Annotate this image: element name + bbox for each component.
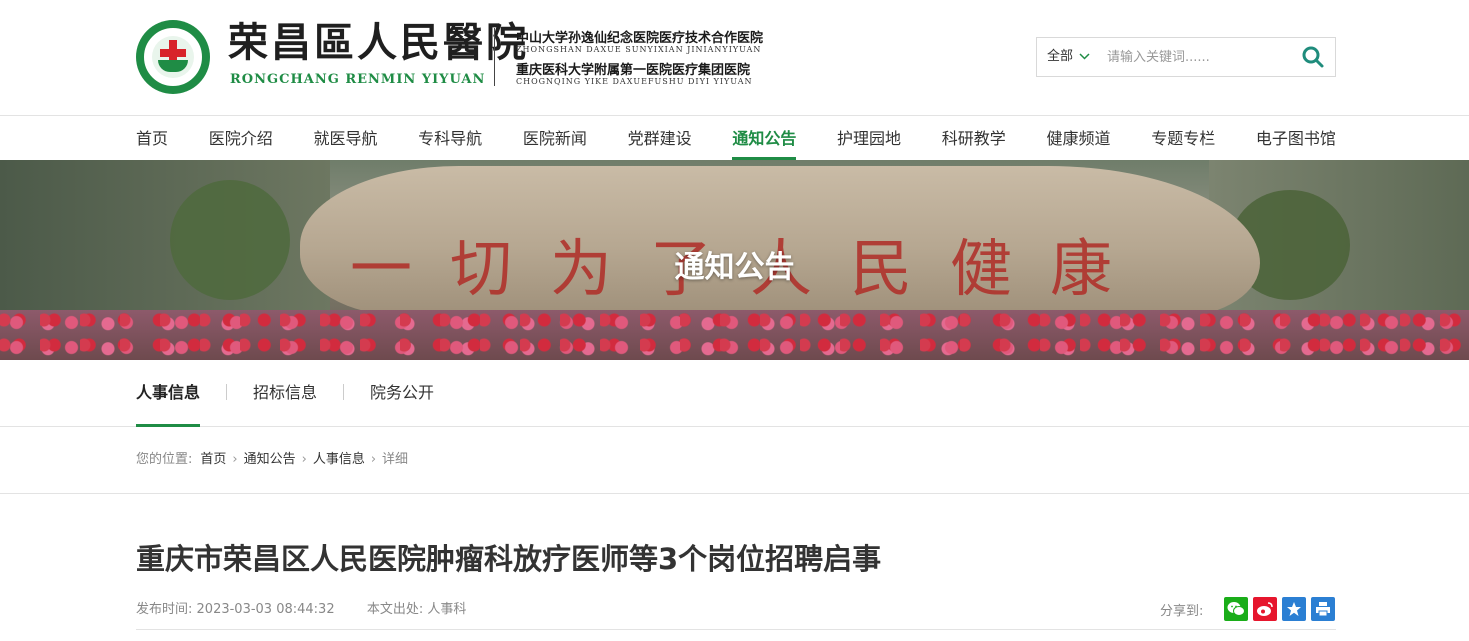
share-wechat-button[interactable] — [1224, 597, 1249, 621]
main-nav: 首页 医院介绍 就医导航 专科导航 医院新闻 党群建设 通知公告 护理园地 科研… — [136, 117, 1336, 160]
subnav-item-bidding[interactable]: 招标信息 — [253, 360, 317, 427]
chevron-right-icon: › — [232, 452, 238, 467]
subnav-separator — [343, 384, 344, 400]
subnav-item-affairs[interactable]: 院务公开 — [370, 360, 434, 427]
share-weibo-button[interactable] — [1253, 597, 1278, 621]
nav-item-health[interactable]: 健康频道 — [1046, 117, 1110, 160]
hospital-logo-icon[interactable] — [136, 20, 210, 94]
hospital-name-cn[interactable]: 荣昌區人民醫院 — [228, 20, 529, 66]
sub-nav: 人事信息 招标信息 院务公开 — [0, 360, 1469, 427]
share-bar: 分享到: — [1160, 597, 1336, 621]
nav-item-home[interactable]: 首页 — [136, 117, 168, 160]
search-scope-label: 全部 — [1047, 49, 1074, 64]
chevron-right-icon: › — [370, 452, 377, 467]
subnav-separator — [226, 384, 227, 400]
nav-item-topics[interactable]: 专题专栏 — [1151, 117, 1215, 160]
search-icon — [1302, 46, 1324, 68]
search-input[interactable] — [1107, 42, 1287, 72]
partner-1-en: ZHONGSHAN DAXUE SUNYIXIAN JINIANYIYUAN — [516, 45, 762, 54]
source-label: 本文出处: — [366, 602, 424, 617]
partner-1-cn: 中山大学孙逸仙纪念医院医疗技术合作医院 — [516, 31, 764, 46]
article-meta: 发布时间: 2023-03-03 08:44:32 本文出处: 人事科 — [136, 598, 466, 617]
breadcrumb-row: 您的位置: 首页 › 通知公告 › 人事信息 › 详细 — [136, 427, 408, 493]
share-label: 分享到: — [1160, 603, 1204, 619]
hospital-name-en: RONGCHANG RENMIN YIYUAN — [230, 72, 486, 87]
chevron-down-icon — [1079, 38, 1090, 76]
nav-item-library[interactable]: 电子图书馆 — [1256, 117, 1336, 160]
chevron-right-icon: › — [301, 452, 307, 467]
partner-2-en: CHOGNQING YIKE DAXUEFUSHU DIYI YIYUAN — [516, 77, 753, 86]
publish-time: 2023-03-03 08:44:32 — [196, 602, 335, 617]
favorite-icon — [1287, 602, 1302, 616]
nav-item-research[interactable]: 科研教学 — [942, 117, 1006, 160]
breadcrumb-label: 您的位置: — [136, 452, 193, 467]
nav-item-notices[interactable]: 通知公告 — [732, 117, 797, 160]
wechat-icon — [1227, 602, 1246, 616]
breadcrumb-current: 详细 — [382, 452, 409, 467]
share-print-button[interactable] — [1311, 597, 1336, 621]
page-banner: 一切为了人民健康 通知公告 — [0, 160, 1469, 360]
banner-flower-bed — [0, 310, 1469, 360]
banner-title: 通知公告 — [674, 250, 795, 285]
publish-time-label: 发布时间: — [136, 602, 193, 617]
site-header: 荣昌區人民醫院 RONGCHANG RENMIN YIYUAN 中山大学孙逸仙纪… — [0, 0, 1469, 116]
search-button[interactable] — [1301, 45, 1325, 69]
nav-item-departments[interactable]: 专科导航 — [418, 117, 482, 160]
nav-item-news[interactable]: 医院新闻 — [523, 117, 587, 160]
share-favorite-button[interactable] — [1282, 597, 1307, 621]
weibo-icon — [1257, 602, 1274, 616]
logo-cross-horizontal — [160, 49, 186, 57]
nav-item-about[interactable]: 医院介绍 — [209, 117, 273, 160]
nav-item-visit-guide[interactable]: 就医导航 — [313, 117, 377, 160]
article-source: 人事科 — [427, 602, 467, 617]
article-title: 重庆市荣昌区人民医院肿瘤科放疗医师等3个岗位招聘启事 — [136, 542, 882, 576]
meta-divider — [136, 629, 1336, 630]
nav-item-party[interactable]: 党群建设 — [628, 117, 692, 160]
breadcrumb-notices[interactable]: 通知公告 — [244, 427, 296, 493]
search-box: 全部 — [1036, 37, 1336, 77]
subnav-item-personnel[interactable]: 人事信息 — [136, 360, 201, 427]
breadcrumb-home[interactable]: 首页 — [200, 427, 226, 493]
breadcrumb-personnel[interactable]: 人事信息 — [313, 427, 365, 493]
nav-item-nursing[interactable]: 护理园地 — [837, 117, 901, 160]
print-icon — [1316, 602, 1331, 617]
breadcrumb: 您的位置: 首页 › 通知公告 › 人事信息 › 详细 — [0, 427, 1469, 494]
header-divider — [494, 28, 495, 86]
partner-2-cn: 重庆医科大学附属第一医院医疗集团医院 — [516, 63, 751, 78]
search-scope-select[interactable]: 全部 — [1047, 38, 1090, 76]
